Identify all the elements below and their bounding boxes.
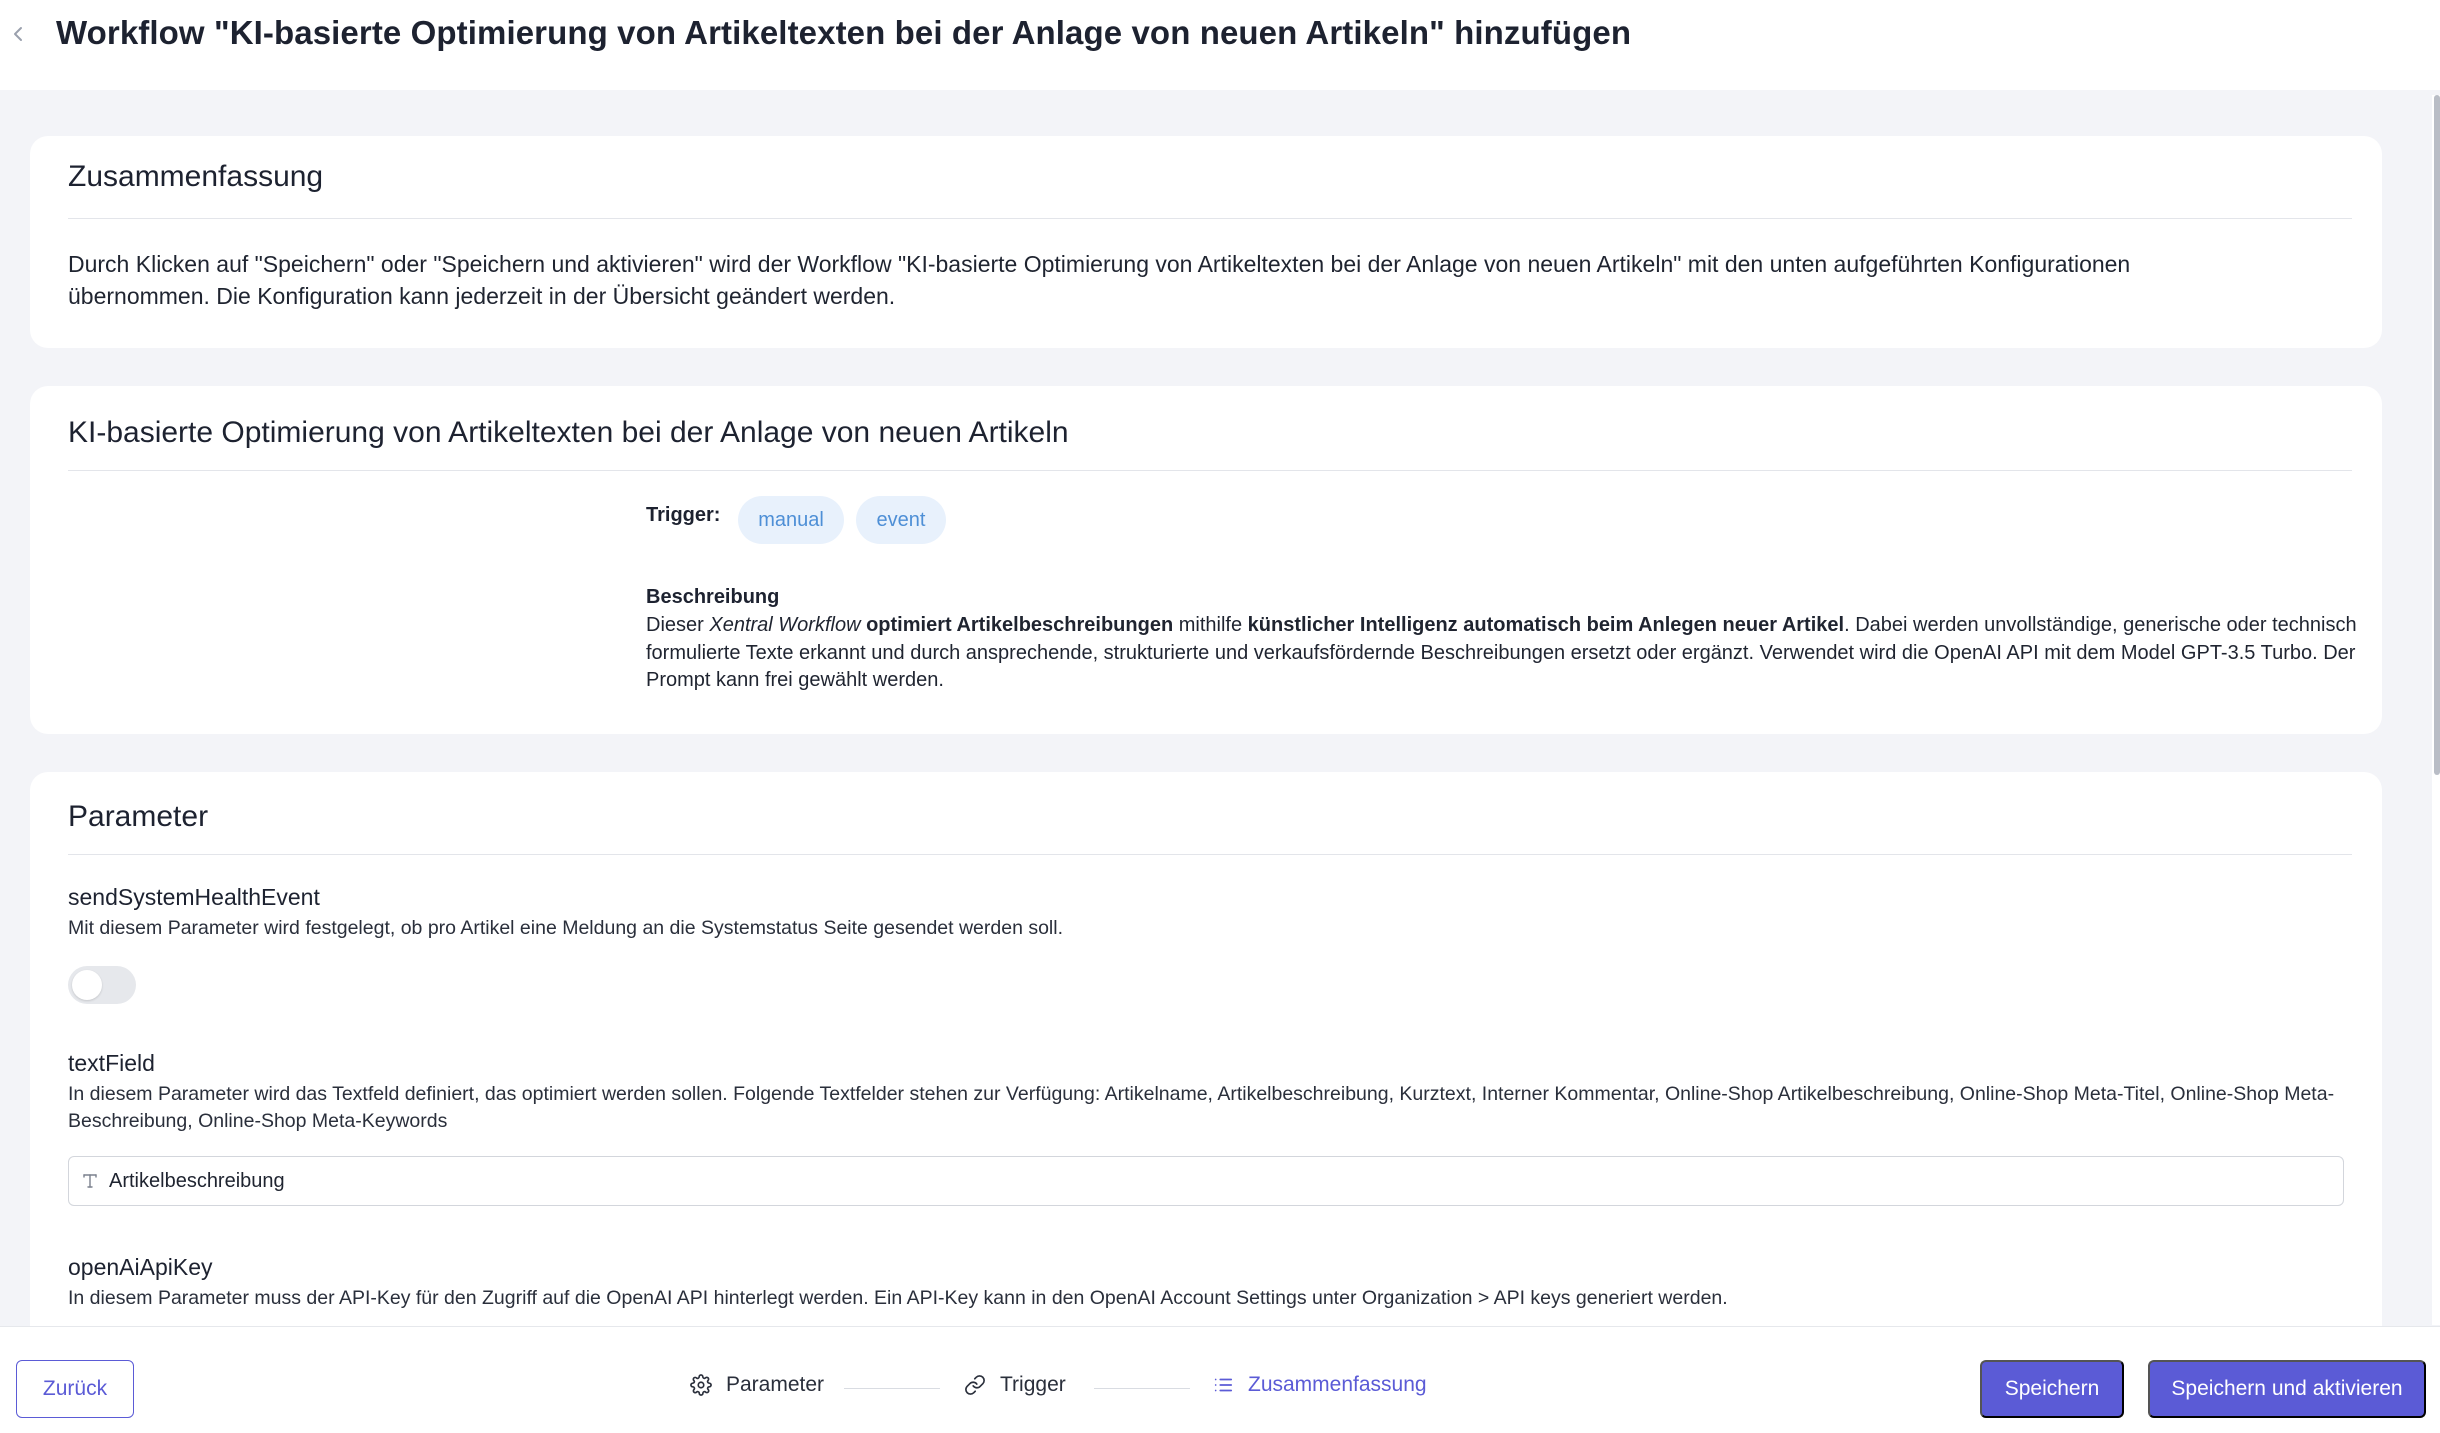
save-and-activate-button[interactable]: Speichern und aktivieren <box>2148 1360 2426 1418</box>
param-name-text-field: textField <box>68 1050 155 1076</box>
summary-text-line-1: Durch Klicken auf "Speichern" oder "Spei… <box>68 251 2131 277</box>
description-part: Dieser <box>646 614 710 636</box>
description-bold: optimiert Artikelbeschreibungen <box>866 614 1174 636</box>
step-trigger[interactable]: Trigger <box>964 1373 1066 1397</box>
description-bold: künstlicher Intelligenz automatisch beim… <box>1247 614 1845 636</box>
card-divider <box>68 854 2352 855</box>
workflow-card-title: KI-basierte Optimierung von Artikeltexte… <box>68 416 1069 449</box>
top-bar: Workflow "KI-basierte Optimierung von Ar… <box>0 0 2440 90</box>
description-italic: Xentral Workflow <box>709 614 861 636</box>
scrollbar-thumb[interactable] <box>2434 95 2440 775</box>
step-parameter[interactable]: Parameter <box>690 1373 824 1397</box>
summary-text-line-2: übernommen. Die Konfiguration kann jeder… <box>68 283 896 309</box>
step-label: Zusammenfassung <box>1248 1373 1427 1396</box>
step-label: Parameter <box>726 1373 825 1396</box>
workflow-card: KI-basierte Optimierung von Artikeltexte… <box>30 386 2382 734</box>
trigger-label: Trigger: <box>646 504 721 526</box>
trigger-chip-manual: manual <box>738 496 844 544</box>
text-field-input[interactable]: Artikelbeschreibung <box>68 1156 2344 1206</box>
card-divider <box>68 470 2352 471</box>
description-part: mithilfe <box>1173 614 1248 636</box>
bottom-action-bar: Zurück Parameter Trigger Zusammenfassung… <box>0 1326 2440 1433</box>
text-field-value: Artikelbeschreibung <box>109 1169 285 1192</box>
content-scroll-area[interactable]: Zusammenfassung Durch Klicken auf "Speic… <box>0 90 2440 1326</box>
param-description: Mit diesem Parameter wird festgelegt, ob… <box>68 917 1064 939</box>
toggle-knob <box>72 970 102 1000</box>
param-description: In diesem Parameter muss der API-Key für… <box>68 1287 1728 1309</box>
page-title: Workflow "KI-basierte Optimierung von Ar… <box>56 14 1632 51</box>
step-zusammenfassung[interactable]: Zusammenfassung <box>1212 1373 1427 1397</box>
parameter-card: Parameter sendSystemHealthEvent Mit dies… <box>30 772 2382 1326</box>
save-button[interactable]: Speichern <box>1980 1360 2124 1418</box>
parameter-card-title: Parameter <box>68 800 209 833</box>
step-connector <box>1094 1388 1190 1389</box>
description-text: Dieser Xentral Workflow optimiert Artike… <box>646 612 2366 695</box>
back-button[interactable]: Zurück <box>16 1360 134 1418</box>
step-label: Trigger <box>1000 1373 1066 1396</box>
link-icon <box>965 1375 985 1395</box>
text-type-icon <box>83 1174 97 1188</box>
chevron-left-icon[interactable] <box>6 22 30 46</box>
step-connector <box>844 1388 940 1389</box>
summary-card-title: Zusammenfassung <box>68 160 324 193</box>
description-heading: Beschreibung <box>646 586 780 608</box>
trigger-chip-event: event <box>856 496 946 544</box>
param-description: In diesem Parameter wird das Textfeld de… <box>68 1083 2335 1132</box>
send-system-health-event-toggle[interactable] <box>68 966 136 1004</box>
card-divider <box>68 218 2352 219</box>
gear-icon <box>690 1374 712 1396</box>
param-name-send-system-health-event: sendSystemHealthEvent <box>68 884 320 910</box>
list-icon <box>1214 1378 1233 1392</box>
summary-text: Durch Klicken auf "Speichern" oder "Spei… <box>68 248 2348 312</box>
summary-card: Zusammenfassung Durch Klicken auf "Speic… <box>30 136 2382 348</box>
param-name-open-ai-api-key: openAiApiKey <box>68 1254 213 1280</box>
